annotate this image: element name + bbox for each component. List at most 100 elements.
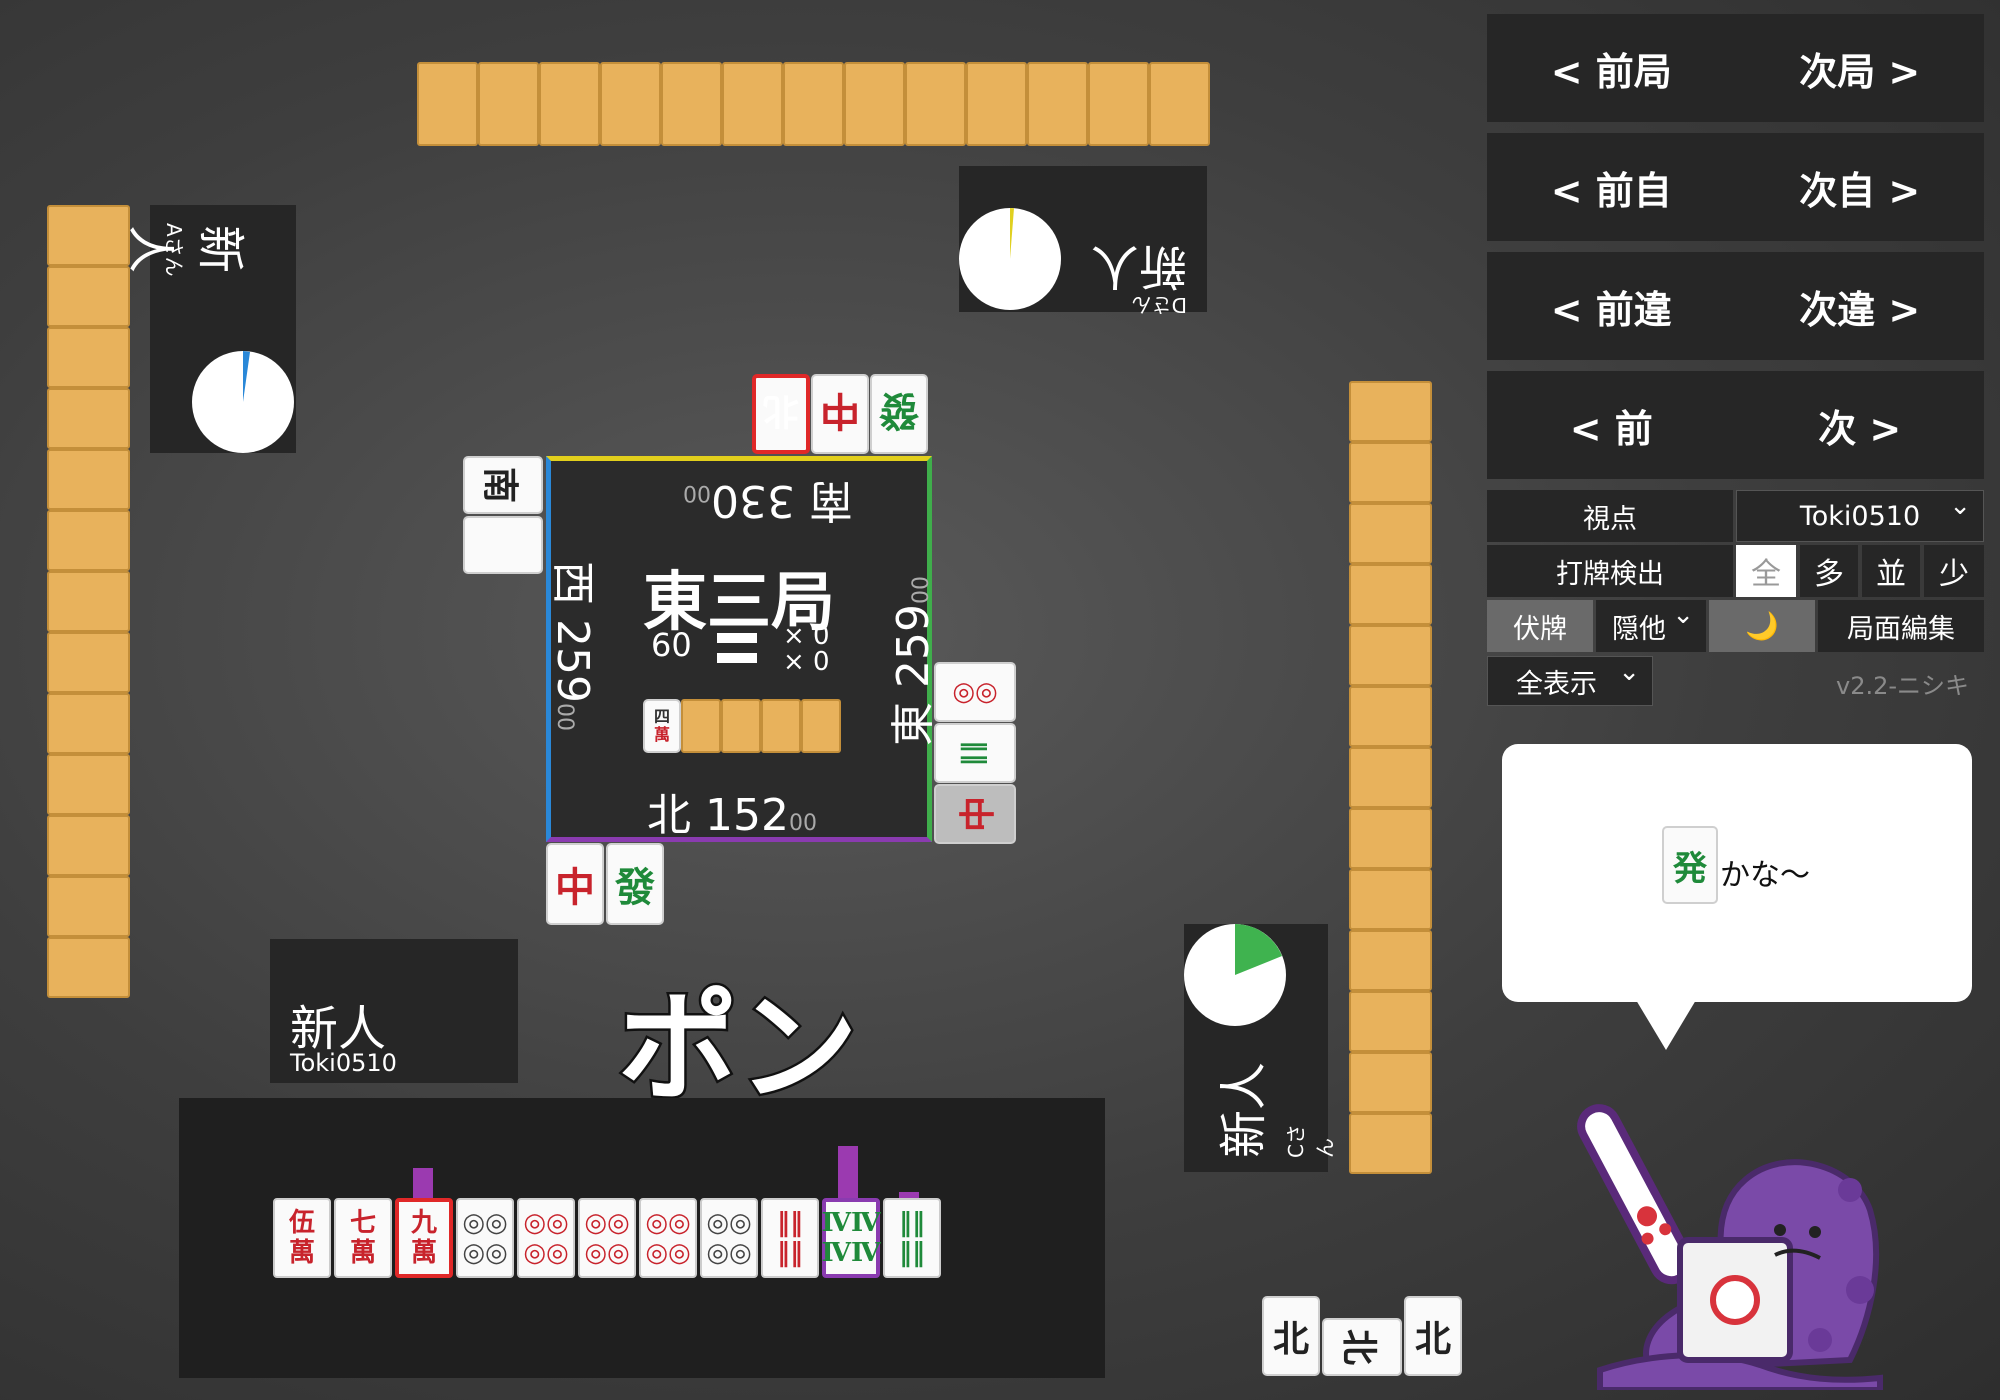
discard-tile-north: 北 — [752, 374, 810, 454]
speech-text: かな〜 — [1720, 858, 1810, 893]
face-down-tile — [1349, 686, 1432, 747]
hand-tile[interactable]: 九萬 — [395, 1198, 453, 1278]
hand-tile-bottom: ◎◎ — [645, 1238, 691, 1268]
right-player-user: Cさん — [1284, 1124, 1337, 1158]
detect-label: 打牌検出 — [1487, 545, 1733, 597]
hand-tile[interactable]: ◎◎ ◎◎ — [700, 1198, 758, 1278]
hand-tile-top: ◎◎ — [462, 1208, 508, 1238]
viewpoint-label: 視点 — [1487, 490, 1733, 542]
face-down-tile — [47, 632, 130, 693]
hand-tile[interactable]: 伍萬 — [273, 1198, 331, 1278]
top-timer-icon — [959, 208, 1061, 310]
face-down-tile — [47, 815, 130, 876]
edit-position-button[interactable]: 局面編集 — [1818, 600, 1984, 652]
face-down-tile — [47, 571, 130, 632]
hand-tile-bottom: ◎◎ — [584, 1238, 630, 1268]
hand-tile[interactable]: ◎◎ ◎◎ — [456, 1198, 514, 1278]
detect-option-all[interactable]: 全 — [1736, 545, 1796, 597]
hand-tile-bottom: ‖‖ — [777, 1238, 803, 1268]
face-down-tile — [1349, 1052, 1432, 1113]
detect-option-few[interactable]: 少 — [1924, 545, 1984, 597]
hand-tile-top: ◎◎ — [584, 1208, 630, 1238]
score-south: 南 33000 — [683, 475, 853, 526]
hand-tile[interactable]: ◎◎ ◎◎ — [578, 1198, 636, 1278]
detect-option-many[interactable]: 多 — [1800, 545, 1858, 597]
diff-nav: < 前違 次違 > — [1487, 252, 1984, 360]
viewpoint-select[interactable]: Toki0510 — [1736, 490, 1984, 542]
prev-self-button[interactable]: < 前自 — [1487, 160, 1736, 215]
display-mode-select[interactable]: 全表示 — [1487, 656, 1653, 706]
prev-diff-button[interactable]: < 前違 — [1487, 279, 1736, 334]
discard-tile-red-dragon: 中 — [546, 843, 604, 925]
face-down-tile — [539, 62, 600, 146]
face-down-tile — [1349, 625, 1432, 686]
face-down-tile — [417, 62, 478, 146]
next-round-button[interactable]: 次局 > — [1736, 41, 1985, 96]
score-west: 西 25900 — [547, 561, 598, 731]
hand-tile[interactable]: ◎◎ ◎◎ — [517, 1198, 575, 1278]
face-down-tile — [1349, 991, 1432, 1052]
hidden-tiles-toggle[interactable]: 伏牌 — [1487, 600, 1593, 652]
next-button[interactable]: 次 > — [1736, 398, 1985, 453]
top-player-user: Dさん — [1131, 293, 1187, 317]
hand-tile-top: ◎◎ — [523, 1208, 569, 1238]
score-east: 東 25900 — [888, 576, 939, 746]
left-player-user: Aさん — [162, 223, 186, 277]
hand-tile-top: ‖‖ — [899, 1208, 925, 1238]
hand-tile[interactable]: ⅣⅣ ⅣⅣ — [822, 1198, 881, 1278]
score-north: 北 15200 — [647, 790, 817, 841]
face-down-tile — [661, 62, 722, 146]
hand-tile-bottom: 萬 — [349, 1238, 376, 1268]
snake-mascot-icon — [1577, 1104, 1883, 1390]
left-player-name: 新人 — [120, 225, 260, 273]
face-down-tile — [1349, 564, 1432, 625]
hand-tile[interactable]: ‖‖ ‖‖ — [883, 1198, 941, 1278]
prev-round-button[interactable]: < 前局 — [1487, 41, 1736, 96]
hand-tile-top: ‖‖ — [777, 1208, 803, 1238]
hand-tile[interactable]: ◎◎ ◎◎ — [639, 1198, 697, 1278]
face-down-tile — [478, 62, 539, 146]
hand-tile-bottom: 萬 — [410, 1238, 437, 1268]
face-down-tile — [1349, 747, 1432, 808]
right-opponent-hand: document.write(Array(13).fill('<div clas… — [1349, 381, 1432, 1174]
face-down-tile — [47, 449, 130, 510]
discard-tile-pin: ◎◎ — [934, 662, 1016, 722]
next-diff-button[interactable]: 次違 > — [1736, 279, 1985, 334]
face-down-tile — [1349, 930, 1432, 991]
discard-slot-empty — [463, 516, 543, 574]
honba-count: 60 — [651, 626, 692, 664]
self-player-user: Toki0510 — [290, 1049, 397, 1077]
hand-tile-bottom: ‖‖ — [899, 1238, 925, 1268]
face-down-tile — [47, 510, 130, 571]
next-self-button[interactable]: 次自 > — [1736, 160, 1985, 215]
hand-tile[interactable]: 七萬 — [334, 1198, 392, 1278]
hand-tile-bottom: ◎◎ — [523, 1238, 569, 1268]
discard-tile-south: 南 — [463, 456, 543, 514]
hide-others-select[interactable]: 隠他 — [1596, 600, 1706, 652]
hand-tile[interactable]: ‖‖ ‖‖ — [761, 1198, 819, 1278]
face-down-tile — [47, 693, 130, 754]
hand-tile-bottom: 萬 — [288, 1238, 315, 1268]
top-player-panel: 新人 Dさん — [959, 166, 1207, 317]
hand-marker — [838, 1146, 858, 1198]
night-mode-toggle[interactable]: 🌙 — [1709, 600, 1815, 652]
right-player-rank: 新人 — [1216, 1061, 1272, 1158]
right-timer-icon — [1184, 924, 1286, 1026]
face-down-tile — [47, 327, 130, 388]
prev-button[interactable]: < 前 — [1487, 398, 1736, 453]
face-down-tile — [1027, 62, 1088, 146]
hand-tile-top: 七 — [349, 1208, 376, 1238]
speech-bubble: 発 かな〜 — [1502, 744, 1972, 1002]
stick-icon — [717, 633, 757, 643]
dead-wall-tile — [801, 699, 841, 753]
discard-tile-green-dragon: 發 — [870, 374, 928, 454]
face-down-tile — [783, 62, 844, 146]
face-down-tile — [1349, 381, 1432, 442]
meld-tile-north: 北 — [1262, 1296, 1320, 1376]
face-down-tile — [722, 62, 783, 146]
face-down-tile — [1349, 442, 1432, 503]
right-player-panel: 新人 Cさん — [1184, 924, 1337, 1172]
detect-option-normal[interactable]: 並 — [1862, 545, 1920, 597]
face-down-tile — [47, 388, 130, 449]
speech-bubble-tail — [1636, 1000, 1696, 1050]
